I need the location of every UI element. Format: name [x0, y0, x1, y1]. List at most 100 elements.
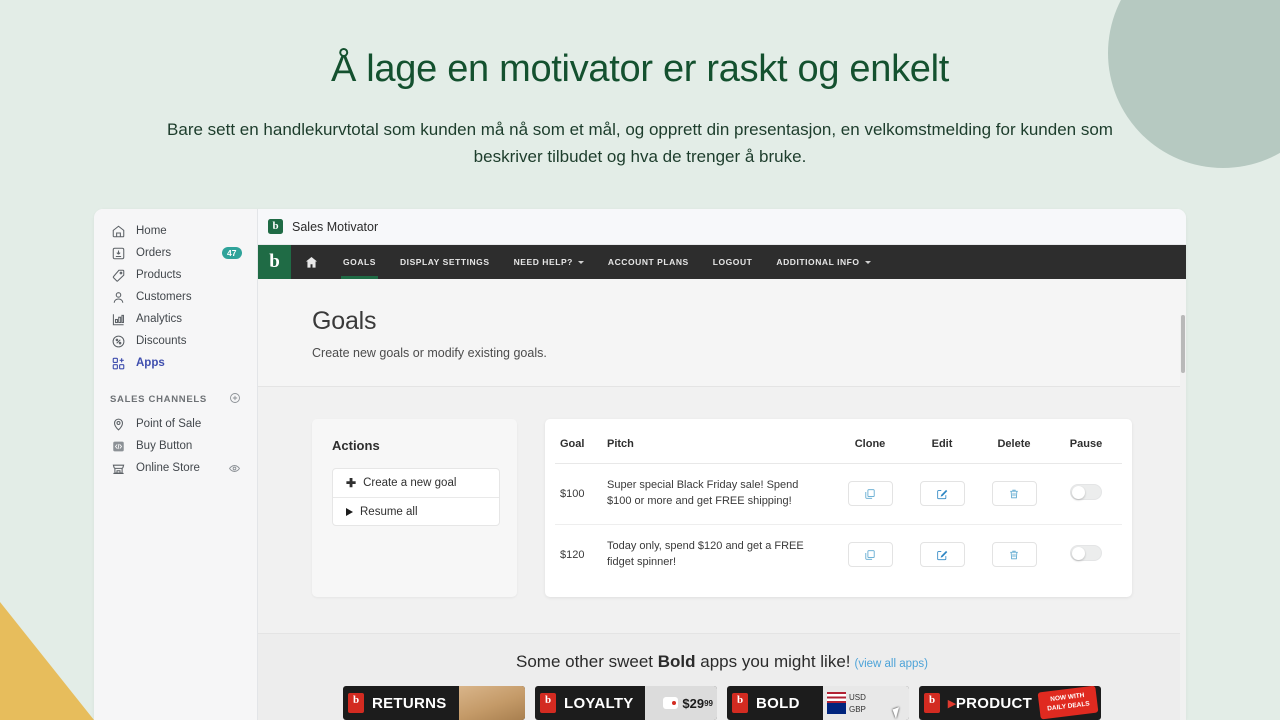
delete-cell	[978, 524, 1050, 584]
goals-table-body: $100 Super special Black Friday sale! Sp…	[555, 463, 1122, 585]
goals-page-header: Goals Create new goals or modify existin…	[258, 279, 1186, 387]
promo-card-loyalty[interactable]: b LOYALTY $29 99	[535, 686, 717, 720]
create-new-goal-label: Create a new goal	[363, 477, 457, 489]
clone-button[interactable]	[847, 542, 893, 568]
home-icon	[110, 223, 126, 239]
pause-toggle[interactable]	[1070, 484, 1102, 501]
actions-list: ✚ Create a new goal Resume all	[332, 468, 500, 526]
sidebar-item-customers[interactable]: Customers	[102, 286, 249, 308]
page-root: Å lage en motivator er raskt og enkelt B…	[0, 0, 1280, 720]
column-header-pause: Pause	[1050, 430, 1122, 464]
edit-button[interactable]	[919, 481, 965, 507]
nav-link-display-settings[interactable]: DISPLAY SETTINGS	[388, 245, 502, 279]
promo-price: $29	[682, 695, 705, 711]
app-page-body: Goals Create new goals or modify existin…	[258, 279, 1186, 720]
box-artwork	[459, 686, 525, 720]
promo-price-cents: 99	[704, 698, 713, 708]
sidebar-item-home[interactable]: Home	[102, 220, 249, 242]
chevron-down-icon	[864, 260, 871, 264]
copy-icon	[864, 549, 876, 561]
sidebar-item-label: Buy Button	[136, 440, 193, 452]
promo-card-product[interactable]: b ▸PRODUCT NOW WITH DAILY DEALS	[919, 686, 1101, 720]
bold-logo-icon: b	[348, 693, 364, 713]
goals-table-header: Goal Pitch Clone Edit Delete Pause	[555, 430, 1122, 464]
decorative-triangle	[0, 602, 94, 720]
sidebar-item-label: Point of Sale	[136, 418, 202, 430]
goals-subtitle: Create new goals or modify existing goal…	[312, 346, 547, 360]
sidebar-item-orders[interactable]: Orders 47	[102, 242, 249, 264]
shopify-sidebar: Home Orders 47 Products Customers Analyt…	[94, 209, 258, 720]
create-new-goal-button[interactable]: ✚ Create a new goal	[333, 469, 499, 497]
sidebar-item-discounts[interactable]: Discounts	[102, 330, 249, 352]
delete-button[interactable]	[991, 481, 1037, 507]
actions-title: Actions	[332, 438, 380, 453]
sidebar-item-label: Customers	[136, 291, 192, 303]
promo-title-bold: Bold	[657, 652, 696, 671]
sidebar-item-point-of-sale[interactable]: Point of Sale	[102, 413, 249, 435]
nav-link-additional-info[interactable]: ADDITIONAL INFO	[764, 245, 882, 279]
nav-link-logout[interactable]: LOGOUT	[701, 245, 765, 279]
discounts-icon	[110, 333, 126, 349]
app-screenshot-panel: Home Orders 47 Products Customers Analyt…	[94, 209, 1186, 720]
goals-table: Goal Pitch Clone Edit Delete Pause $100 …	[555, 430, 1122, 585]
resume-all-button[interactable]: Resume all	[333, 497, 499, 525]
us-flag-icon	[827, 692, 846, 703]
sales-channels-label: SALES CHANNELS	[110, 394, 207, 405]
delete-button[interactable]	[991, 542, 1037, 568]
sidebar-item-analytics[interactable]: Analytics	[102, 308, 249, 330]
promo-card-returns[interactable]: b RETURNS	[343, 686, 525, 720]
nav-home-icon[interactable]	[291, 245, 331, 279]
copy-icon	[864, 488, 876, 500]
sales-channels-header: SALES CHANNELS	[110, 392, 241, 407]
promo-heading: Some other sweet Bold apps you might lik…	[258, 652, 1186, 672]
uk-flag-icon	[827, 703, 846, 714]
nav-link-goals[interactable]: GOALS	[331, 245, 388, 279]
coin-icon	[663, 697, 679, 709]
sidebar-item-products[interactable]: Products	[102, 264, 249, 286]
plus-icon: ✚	[346, 476, 357, 490]
nav-link-label: ADDITIONAL INFO	[776, 257, 860, 267]
bold-brand-logo-icon[interactable]: b	[258, 245, 291, 279]
customers-icon	[110, 289, 126, 305]
column-header-edit: Edit	[906, 430, 978, 464]
pause-cell	[1050, 524, 1122, 584]
analytics-bars-icon	[110, 311, 126, 327]
price-artwork: $29 99	[645, 686, 717, 720]
promo-card-bold-multicurrency[interactable]: b BOLD USD GBP	[727, 686, 909, 720]
pause-toggle[interactable]	[1070, 545, 1102, 562]
sidebar-item-online-store[interactable]: Online Store	[102, 457, 249, 479]
promo-title-post: apps you might like!	[695, 652, 851, 671]
edit-button[interactable]	[919, 542, 965, 568]
pencil-square-icon	[936, 488, 948, 500]
clone-button[interactable]	[847, 481, 893, 507]
bold-logo-icon: b	[924, 693, 940, 713]
table-row: $100 Super special Black Friday sale! Sp…	[555, 463, 1122, 525]
eye-icon[interactable]	[228, 462, 241, 475]
sidebar-item-label: Orders	[136, 247, 172, 259]
nav-link-need-help[interactable]: NEED HELP?	[502, 245, 596, 279]
view-all-apps-link[interactable]: (view all apps)	[855, 658, 929, 670]
sidebar-item-label: Discounts	[136, 335, 187, 347]
clone-cell	[834, 463, 906, 525]
goal-pitch: Super special Black Friday sale! Spend $…	[607, 463, 834, 525]
bold-logo-icon: b	[268, 219, 283, 234]
nav-link-account-plans[interactable]: ACCOUNT PLANS	[596, 245, 701, 279]
app-nav-bar: b GOALS DISPLAY SETTINGS NEED HELP? ACCO…	[258, 245, 1186, 279]
sidebar-item-label: Online Store	[136, 462, 200, 474]
promo-cards: b RETURNS b LOYALTY $29 99 b BOLD USD GB…	[258, 686, 1186, 720]
promo-card-name: LOYALTY	[564, 694, 634, 712]
promo-section: Some other sweet Bold apps you might lik…	[258, 633, 1186, 720]
trash-icon	[1008, 549, 1020, 561]
deals-badge: NOW WITH DAILY DEALS	[1037, 686, 1099, 720]
location-pin-icon	[110, 416, 126, 432]
plus-circle-icon[interactable]	[229, 392, 241, 407]
bold-logo-icon: b	[732, 693, 748, 713]
goals-table-card: Goal Pitch Clone Edit Delete Pause $100 …	[545, 419, 1132, 597]
orders-count-badge: 47	[221, 247, 242, 259]
sidebar-item-buy-button[interactable]: Buy Button	[102, 435, 249, 457]
vertical-scrollbar[interactable]	[1180, 315, 1186, 720]
promo-card-name: ▸PRODUCT	[948, 695, 1033, 712]
sidebar-item-apps[interactable]: Apps	[102, 352, 249, 374]
column-header-goal: Goal	[555, 430, 607, 464]
sidebar-item-label: Apps	[136, 357, 165, 369]
